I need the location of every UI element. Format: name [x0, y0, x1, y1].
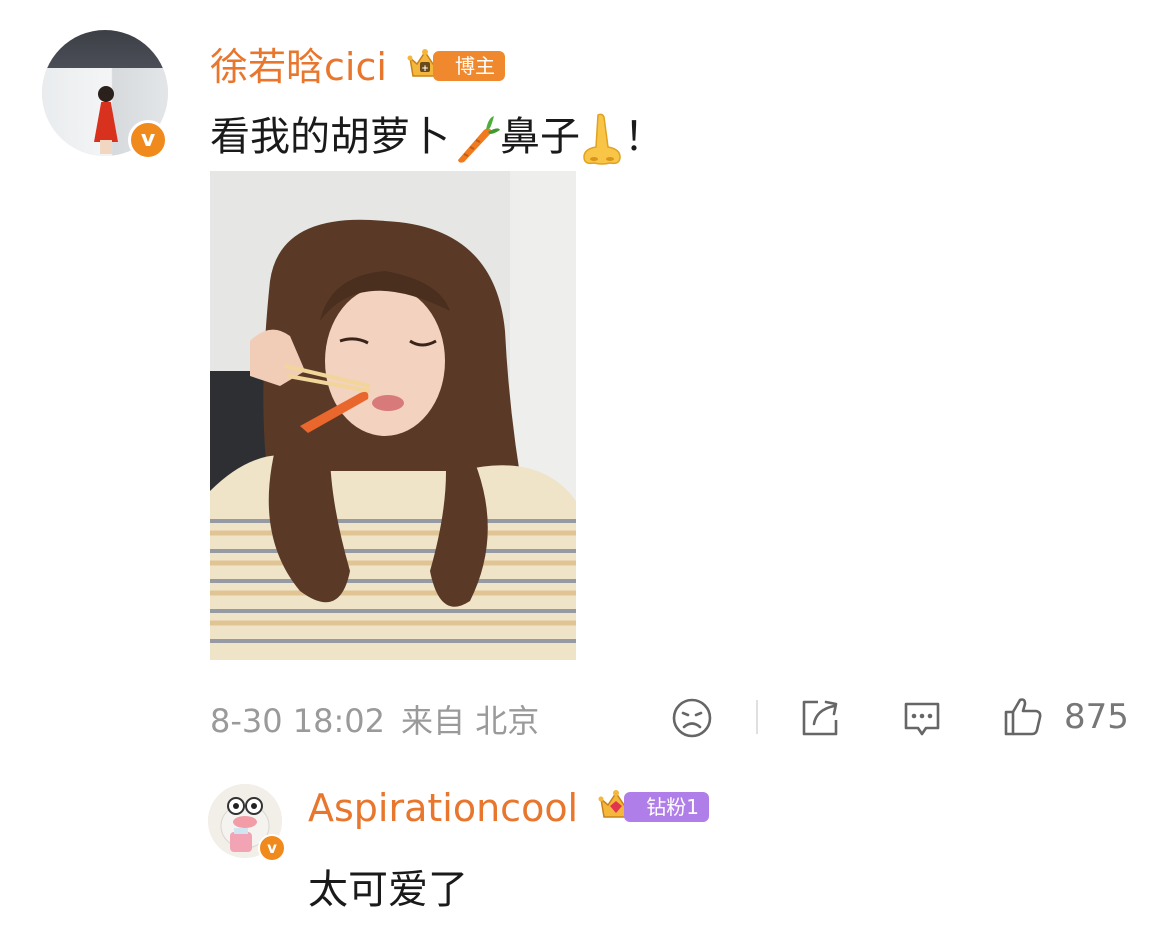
like-count: 875 — [1064, 697, 1129, 737]
dislike-face-icon[interactable] — [670, 696, 714, 740]
post-source: 来自 北京 — [401, 702, 540, 740]
photo-illustration — [210, 171, 576, 660]
reply-author-name[interactable]: Aspirationcool — [308, 786, 578, 830]
author-name-row: 徐若晗cici + 博主 — [210, 36, 519, 91]
svg-text:+: + — [421, 64, 429, 74]
blogger-badge[interactable]: + 博主 — [407, 48, 519, 84]
reply-name-row: Aspirationcool 钻粉1 — [308, 786, 712, 830]
fan-badge[interactable]: 钻粉1 — [598, 789, 712, 825]
post-meta: 8-30 18:02 来自 北京 — [210, 696, 539, 742]
post-text-part2: 鼻子 — [500, 114, 580, 160]
post-timestamp: 8-30 18:02 — [210, 702, 386, 740]
carrot-icon — [458, 116, 500, 163]
post-text-part1: 看我的胡萝卜 — [210, 114, 450, 160]
nose-icon — [583, 113, 621, 165]
post-photo[interactable] — [210, 171, 576, 660]
reply-verified-icon: v — [258, 834, 286, 862]
like-icon[interactable] — [1000, 694, 1044, 738]
post-text-end: ！ — [624, 114, 664, 160]
reply-text: 太可爱了 — [308, 867, 468, 913]
comment-icon[interactable] — [900, 696, 944, 740]
verified-icon: v — [128, 120, 168, 160]
share-icon[interactable] — [798, 696, 842, 740]
fan-badge-label: 钻粉1 — [624, 791, 709, 822]
post-text: 看我的胡萝卜 鼻子 ！ — [210, 104, 664, 165]
meta-divider — [756, 700, 758, 734]
blogger-badge-label: 博主 — [433, 50, 505, 81]
author-name[interactable]: 徐若晗cici — [210, 45, 387, 89]
